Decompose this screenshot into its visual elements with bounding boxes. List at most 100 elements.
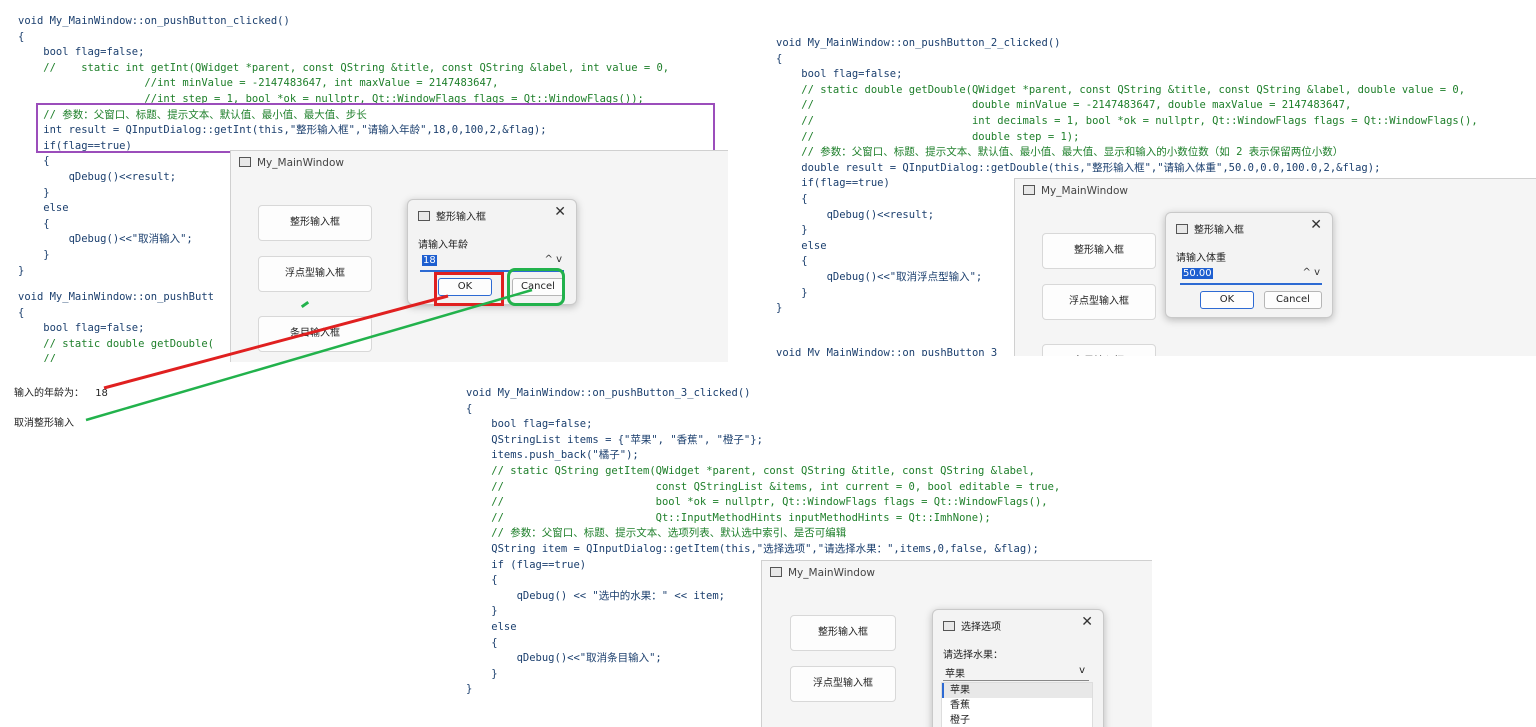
debug-output-1: 输入的年龄为： 18 xyxy=(14,384,108,399)
code-line: QString item = QInputDialog::getItem(thi… xyxy=(466,543,1039,555)
list-item[interactable]: 橙子 xyxy=(942,713,1092,727)
cancel-button[interactable]: Cancel xyxy=(1264,291,1322,309)
double-spinbox[interactable]: 50.00 ^ v xyxy=(1180,267,1322,285)
code-line: } xyxy=(466,667,498,680)
main-window-item: My_MainWindow 整形输入框 浮点型输入框 选择选项 ✕ 请选择水果：… xyxy=(761,560,1152,727)
code-line: { xyxy=(18,217,50,230)
highlight-box xyxy=(36,103,715,153)
cancel-green-box xyxy=(507,268,565,306)
chevron-down-icon[interactable]: v xyxy=(1079,665,1085,676)
list-item[interactable]: 苹果 xyxy=(942,683,1092,698)
code-line: void My_MainWindow::on_pushButton_3_clic… xyxy=(466,387,751,399)
code-line: double result = QInputDialog::getDouble(… xyxy=(776,161,1381,174)
code-line: items.push_back("橘子"); xyxy=(466,449,639,462)
spinbox-value: 18 xyxy=(422,255,437,266)
code-line: else xyxy=(466,621,517,633)
code-line: { xyxy=(466,636,498,649)
code-line: else xyxy=(18,202,69,215)
code-line: // 参数：父窗口、标题、提示文本、默认值、最小值、最大值、显示和输入的小数位数… xyxy=(776,146,1344,159)
window-icon xyxy=(1023,185,1035,195)
output-value: 18 xyxy=(95,388,108,399)
dialog-label: 请输入年龄 xyxy=(418,240,468,251)
code-line: // double step = 1); xyxy=(776,130,1080,143)
close-icon[interactable]: ✕ xyxy=(554,204,566,220)
code-line: } xyxy=(466,683,473,696)
double-input-button[interactable]: 浮点型输入框 xyxy=(1042,284,1156,320)
code-line: } xyxy=(776,224,808,237)
close-icon[interactable]: ✕ xyxy=(1081,614,1093,630)
code-line: bool flag=false; xyxy=(466,418,593,431)
code-block-double: void My_MainWindow::on_pushButton_2_clic… xyxy=(776,36,1478,356)
code-line: // int decimals = 1, bool *ok = nullptr,… xyxy=(776,115,1478,127)
code-line: { xyxy=(466,402,473,415)
item-input-button[interactable]: 条目输入框 xyxy=(1042,344,1156,356)
code-line: // static int getInt(QWidget *parent, co… xyxy=(18,61,670,74)
code-line: // const QStringList &items, int current… xyxy=(466,480,1061,493)
dialog-icon xyxy=(943,621,955,631)
code-line: bool flag=false; xyxy=(18,322,145,335)
double-input-button[interactable]: 浮点型输入框 xyxy=(258,256,372,292)
code-line: { xyxy=(776,52,783,65)
code-line: qDebug() << "选中的水果：" << item; xyxy=(466,589,725,602)
item-input-dialog: 选择选项 ✕ 请选择水果： 苹果 v 苹果 香蕉 橙子 xyxy=(932,609,1104,727)
code-line: void My_MainWindow::on_pushButton_2_clic… xyxy=(776,37,1061,49)
int-input-button[interactable]: 整形输入框 xyxy=(1042,233,1156,269)
list-item[interactable]: 香蕉 xyxy=(942,698,1092,713)
code-line: bool flag=false; xyxy=(18,46,145,59)
dialog-title: 整形输入框 xyxy=(436,212,486,223)
code-line: } xyxy=(18,264,25,277)
fruit-combobox[interactable]: 苹果 v xyxy=(943,664,1089,681)
code-line: void My_MainWindow::on_pushButton_clicke… xyxy=(18,15,290,27)
window-icon xyxy=(770,567,782,577)
ok-button[interactable]: OK xyxy=(1200,291,1254,309)
code-line: void My_MainWindow::on_pushButt xyxy=(18,291,214,303)
dialog-icon xyxy=(418,211,430,221)
code-line: // double minValue = -2147483647, double… xyxy=(776,99,1352,112)
window-title: My_MainWindow xyxy=(770,567,875,579)
code-line: { xyxy=(18,155,50,168)
code-block-int: void My_MainWindow::on_pushButton_clicke… xyxy=(18,14,669,362)
code-line: if(flag==true) xyxy=(776,177,890,190)
code-line: // static double getDouble(QWidget *pare… xyxy=(776,83,1466,96)
dialog-title: 选择选项 xyxy=(961,622,1001,633)
main-window-double: My_MainWindow 整形输入框 浮点型输入框 条目输入框 整形输入框 ✕… xyxy=(1014,178,1536,356)
combobox-value: 苹果 xyxy=(945,669,965,680)
code-line: QStringList items = {"苹果", "香蕉", "橙子"}; xyxy=(466,433,763,446)
code-line: void My_MainWindow::on_pushButton_3 xyxy=(776,347,998,356)
code-line: { xyxy=(18,306,25,319)
code-line: qDebug()<<"取消输入"; xyxy=(18,233,193,246)
code-line: if (flag==true) xyxy=(466,558,587,571)
code-line: bool flag=false; xyxy=(776,68,903,81)
code-line: // 参数：父窗口、标题、提示文本、选项列表、默认选中索引、是否可编辑 xyxy=(466,527,847,540)
code-line: qDebug()<<result; xyxy=(18,171,177,183)
code-line: } xyxy=(776,286,808,299)
code-line: } xyxy=(18,249,50,261)
code-line: { xyxy=(776,193,808,205)
window-title: My_MainWindow xyxy=(1023,185,1128,197)
code-line: // xyxy=(18,353,56,362)
code-line: qDebug()<<"取消浮点型输入"; xyxy=(776,271,983,283)
code-line: } xyxy=(776,302,783,315)
spin-arrows-icon[interactable]: ^ v xyxy=(545,254,562,265)
mark-green xyxy=(300,300,310,309)
code-line: // bool *ok = nullptr, Qt::WindowFlags f… xyxy=(466,496,1048,509)
output-label: 输入的年龄为： xyxy=(14,388,84,399)
spin-arrows-icon[interactable]: ^ v xyxy=(1303,267,1320,278)
close-icon[interactable]: ✕ xyxy=(1310,217,1322,233)
double-input-button[interactable]: 浮点型输入框 xyxy=(790,666,896,702)
code-line: // Qt::InputMethodHints inputMethodHints… xyxy=(466,511,991,524)
int-input-button[interactable]: 整形输入框 xyxy=(790,615,896,651)
dialog-label: 请输入体重 xyxy=(1176,253,1226,264)
code-line: qDebug()<<result; xyxy=(776,208,935,221)
item-input-button[interactable]: 条目输入框 xyxy=(258,316,372,352)
window-title: My_MainWindow xyxy=(239,157,344,169)
code-line: { xyxy=(466,574,498,587)
int-input-button[interactable]: 整形输入框 xyxy=(258,205,372,241)
code-line: } xyxy=(18,186,50,199)
dialog-title: 整形输入框 xyxy=(1194,225,1244,236)
double-input-dialog: 整形输入框 ✕ 请输入体重 50.00 ^ v OK Cancel xyxy=(1165,212,1333,318)
code-line: { xyxy=(776,255,808,268)
dialog-icon xyxy=(1176,224,1188,234)
dialog-label: 请选择水果： xyxy=(943,650,1003,661)
window-icon xyxy=(239,157,251,167)
